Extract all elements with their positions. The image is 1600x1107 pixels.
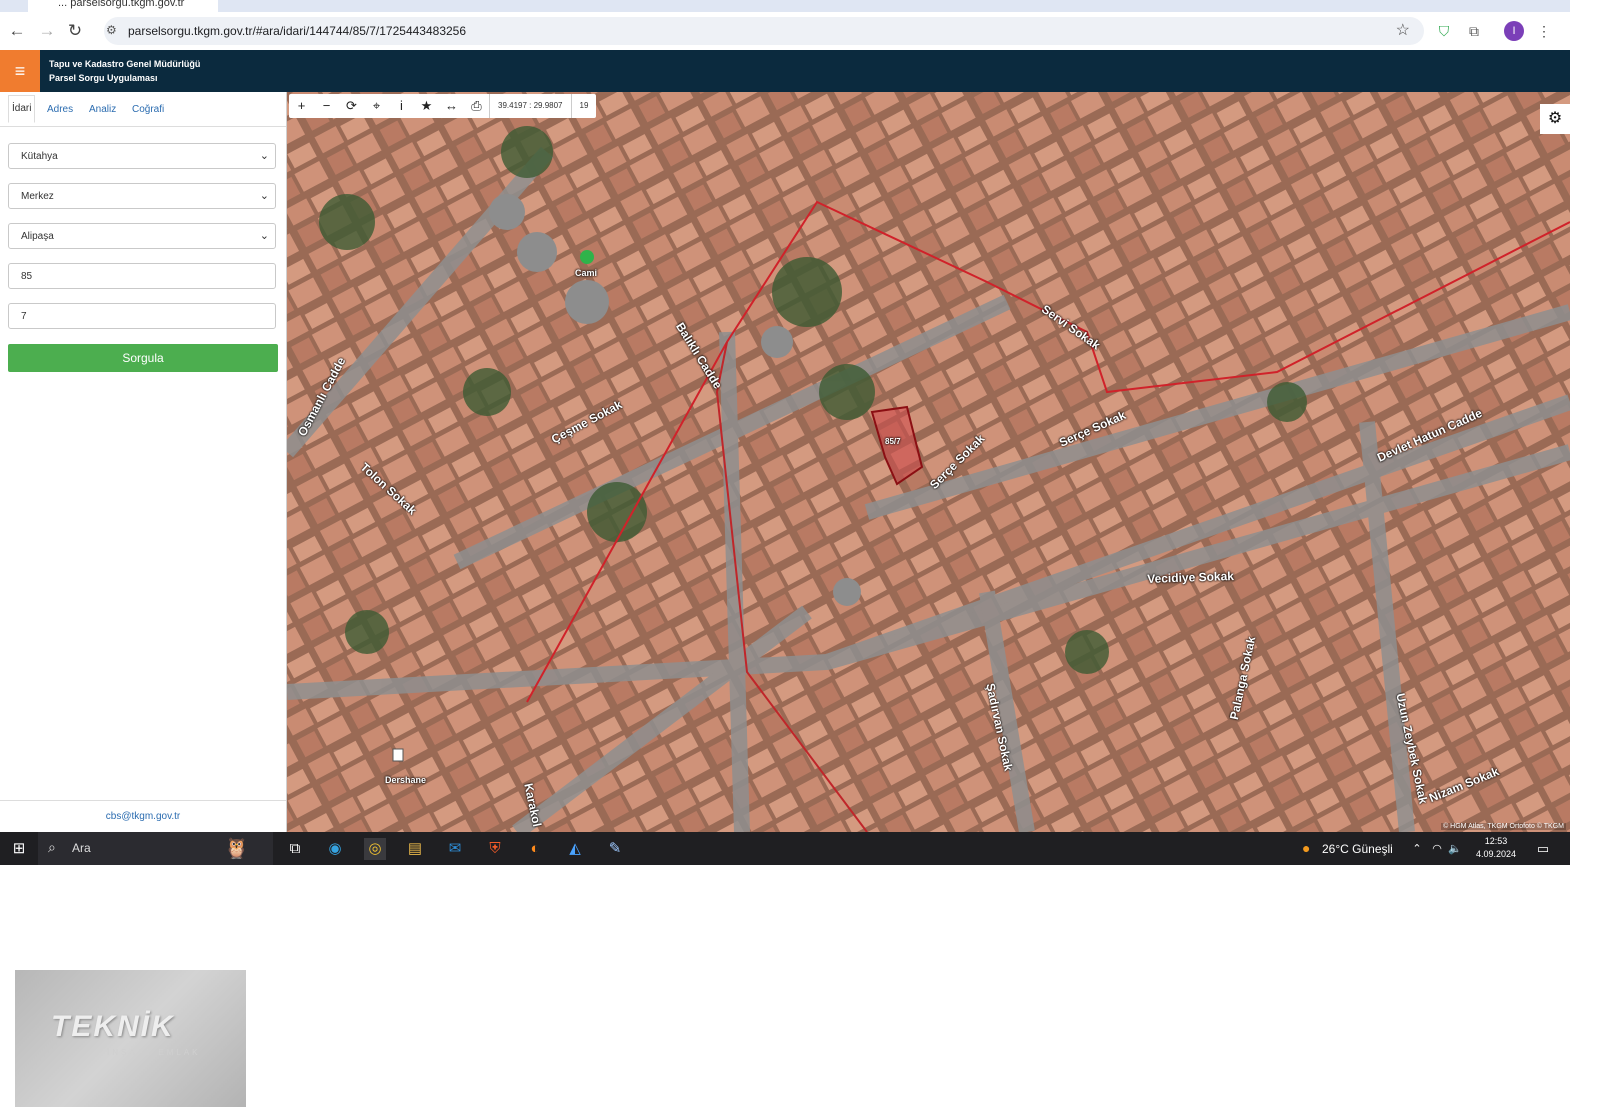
chevron-down-icon: ⌄ — [259, 190, 269, 202]
tab-idari[interactable]: İdari — [8, 95, 36, 123]
site-info-icon[interactable]: ⚙ — [106, 23, 117, 37]
clock-date: 4.09.2024 — [1475, 849, 1517, 859]
zoom-out-icon[interactable]: − — [314, 94, 339, 118]
print-icon[interactable]: ⎙ — [464, 94, 489, 118]
locate-icon[interactable]: ⌖ — [364, 94, 389, 118]
shield-extension-icon[interactable]: ⛉ — [1434, 21, 1454, 41]
contact-email-link[interactable]: cbs@tkgm.gov.tr — [0, 800, 286, 833]
zoom-in-icon[interactable]: + — [289, 94, 314, 118]
back-icon[interactable]: ← — [6, 20, 28, 42]
weather-text: 26°C Güneşli — [1322, 842, 1393, 856]
logo-subtitle: İNŞAAT EMLAK — [107, 1048, 201, 1057]
company-logo: TEKNİK İNŞAAT EMLAK — [15, 970, 246, 1107]
info-icon[interactable]: i — [389, 94, 414, 118]
neighborhood-select[interactable]: Alipaşa ⌄ — [8, 223, 276, 249]
extensions-puzzle-icon[interactable]: ⧉ — [1464, 21, 1484, 41]
favorite-star-icon[interactable]: ★ — [414, 94, 439, 118]
paint-icon[interactable]: ✎ — [604, 838, 626, 860]
browser-tab-title: ... parselsorgu.tkgm.gov.tr — [58, 0, 185, 9]
app-title: Tapu ve Kadastro Genel Müdürlüğü Parsel … — [49, 57, 200, 85]
browser-tab-strip: ... parselsorgu.tkgm.gov.tr — [0, 0, 1570, 12]
tab-analiz[interactable]: Analiz — [89, 104, 116, 115]
map-attribution: © HGM Atlas, TKGM Ortofoto © TKGM — [1441, 823, 1566, 830]
hamburger-menu-icon[interactable]: ≡ — [0, 50, 40, 92]
measure-icon[interactable]: ↔ — [439, 94, 464, 118]
task-view-icon[interactable]: ⧉ — [284, 838, 306, 860]
address-bar[interactable]: ⚙ parselsorgu.tkgm.gov.tr/#ara/idari/144… — [104, 17, 1424, 45]
poi-label-dershane: Dershane — [385, 775, 427, 785]
url-text: parselsorgu.tkgm.gov.tr/#ara/idari/14474… — [128, 24, 467, 38]
browser-tab[interactable]: ... parselsorgu.tkgm.gov.tr — [28, 0, 218, 12]
notifications-icon[interactable]: ▭ — [1532, 838, 1554, 860]
map-view[interactable]: 85/7 Cami Dershane Balıklı Cadde Çeşme S… — [287, 92, 1570, 832]
owl-search-highlight-icon: 🦉 — [224, 838, 249, 860]
school-icon — [392, 748, 404, 762]
app-icon[interactable]: ◭ — [564, 838, 586, 860]
sun-icon: ● — [1302, 840, 1311, 856]
chevron-up-icon[interactable]: ⌃ — [1406, 838, 1428, 860]
logo-brand: TEKNİK — [51, 1010, 175, 1043]
browser-menu-icon[interactable]: ⋮ — [1534, 21, 1554, 41]
windows-taskbar: ⊞ ⌕ Ara 🦉 ⧉ ◉ ◎ ▤ ✉ ⛨ ◐ ◭ ✎ ● 26°C Güneş… — [0, 832, 1570, 865]
chrome-icon[interactable]: ◎ — [364, 838, 386, 860]
taskbar-search-placeholder: Ara — [72, 841, 91, 855]
province-select[interactable]: Kütahya ⌄ — [8, 143, 276, 169]
block-number-input[interactable]: 85 — [8, 263, 276, 289]
chevron-down-icon: ⌄ — [259, 150, 269, 162]
windows-start-icon[interactable]: ⊞ — [8, 838, 30, 860]
zoom-level-readout: 19 — [570, 94, 597, 118]
bookmark-star-icon[interactable]: ☆ — [1396, 20, 1410, 40]
poi-label-cami: Cami — [575, 268, 598, 278]
app-title-line1: Tapu ve Kadastro Genel Müdürlüğü — [49, 59, 201, 69]
query-button[interactable]: Sorgula — [8, 344, 278, 372]
tab-cografi[interactable]: Coğrafi — [132, 104, 164, 115]
block-number-value: 85 — [21, 271, 33, 282]
province-value: Kütahya — [21, 151, 58, 162]
browser-toolbar: ← → ↻ ⚙ parselsorgu.tkgm.gov.tr/#ara/ida… — [0, 12, 1570, 50]
firefox-icon[interactable]: ◐ — [524, 838, 546, 860]
app-title-line2: Parsel Sorgu Uygulaması — [49, 73, 158, 83]
volume-icon[interactable]: 🔈 — [1444, 838, 1466, 860]
query-panel: İdari Adres Analiz Coğrafi Kütahya ⌄ Mer… — [0, 92, 287, 832]
taskbar-clock[interactable]: 12:53 4.09.2024 — [1468, 835, 1524, 861]
forward-icon[interactable]: → — [36, 20, 58, 42]
edge-icon[interactable]: ◉ — [324, 838, 346, 860]
parcel-number-input[interactable]: 7 — [8, 303, 276, 329]
parcel-number-value: 7 — [21, 311, 27, 322]
clock-time: 12:53 — [1484, 836, 1508, 846]
app-header: ≡ Tapu ve Kadastro Genel Müdürlüğü Parse… — [0, 50, 1570, 92]
query-tabs: İdari Adres Analiz Coğrafi — [0, 92, 286, 127]
aerial-map-imagery — [287, 92, 1570, 832]
reload-icon[interactable]: ↻ — [64, 20, 86, 42]
map-toolbar: + − ⟳ ⌖ i ★ ↔ ⎙ 39.4197 : 29.9807 19 — [289, 94, 597, 118]
tab-adres[interactable]: Adres — [47, 104, 73, 115]
chevron-down-icon: ⌄ — [259, 230, 269, 242]
parcel-label: 85/7 — [885, 437, 901, 446]
refresh-icon[interactable]: ⟳ — [339, 94, 364, 118]
district-select[interactable]: Merkez ⌄ — [8, 183, 276, 209]
district-value: Merkez — [21, 191, 54, 202]
coordinate-readout: 39.4197 : 29.9807 — [489, 94, 571, 118]
file-explorer-icon[interactable]: ▤ — [404, 838, 426, 860]
mosque-icon — [580, 250, 594, 264]
brave-icon[interactable]: ⛨ — [484, 838, 506, 860]
profile-avatar[interactable]: I — [1504, 21, 1524, 41]
mail-icon[interactable]: ✉ — [444, 838, 466, 860]
search-icon: ⌕ — [48, 839, 56, 855]
neighborhood-value: Alipaşa — [21, 231, 54, 242]
taskbar-search[interactable]: ⌕ Ara 🦉 — [38, 832, 273, 865]
map-settings-gear-icon[interactable]: ⚙ — [1540, 104, 1570, 134]
